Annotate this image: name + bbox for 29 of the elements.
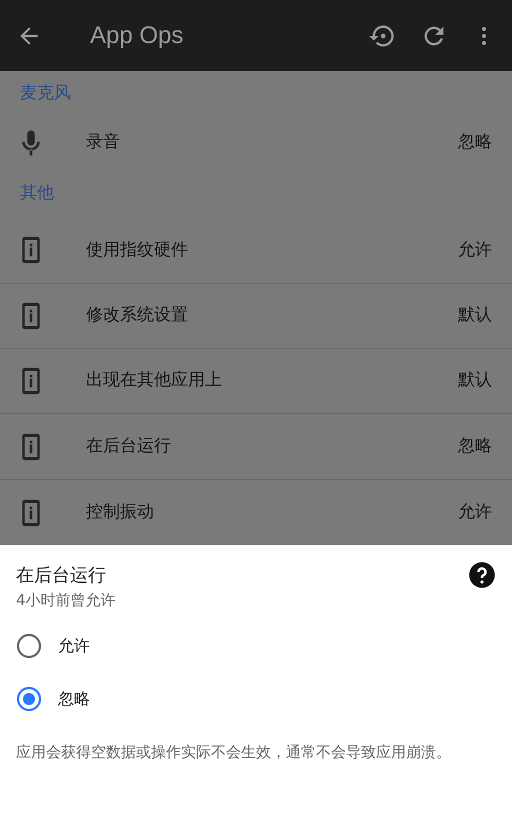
radio-button[interactable] [16, 633, 42, 660]
radio-button[interactable] [16, 686, 42, 712]
op-label: 录音 [86, 130, 121, 154]
op-label: 出现在其他应用上 [86, 369, 223, 392]
op-mode: 默认 [458, 304, 492, 327]
op-label: 在后台运行 [86, 434, 172, 458]
op-label: 修改系统设置 [86, 304, 189, 327]
sheet-title: 在后台运行 [16, 564, 106, 588]
op-row[interactable]: 使用指纹硬件 允许 [0, 218, 512, 284]
op-mode: 忽略 [458, 130, 492, 154]
op-label: 使用指纹硬件 [86, 238, 189, 262]
op-row[interactable]: 出现在其他应用上 默认 [0, 348, 512, 414]
op-mode: 默认 [458, 369, 492, 392]
help-icon[interactable] [468, 561, 496, 590]
op-label: 控制振动 [86, 500, 155, 524]
op-mode: 允许 [458, 238, 492, 262]
sheet-subtitle: 4小时前曾允许 [16, 590, 117, 612]
radio-option[interactable]: 忽略 [16, 672, 496, 726]
section-header: 其他 [20, 182, 54, 205]
section-header: 麦克风 [20, 82, 71, 106]
op-row[interactable]: 录音 忽略 [0, 116, 512, 169]
radio-option[interactable]: 允许 [16, 620, 496, 673]
op-row[interactable]: 控制振动 允许 [0, 480, 512, 546]
op-row[interactable]: 在后台运行 忽略 [0, 414, 512, 480]
sheet-description: 应用会获得空数据或操作实际不会生效，通常不会导致应用崩溃。 [16, 742, 452, 762]
op-mode: 忽略 [458, 434, 492, 458]
op-row[interactable]: 修改系统设置 默认 [0, 284, 512, 349]
screen-title: App Ops [90, 20, 184, 51]
op-mode: 允许 [458, 500, 492, 524]
